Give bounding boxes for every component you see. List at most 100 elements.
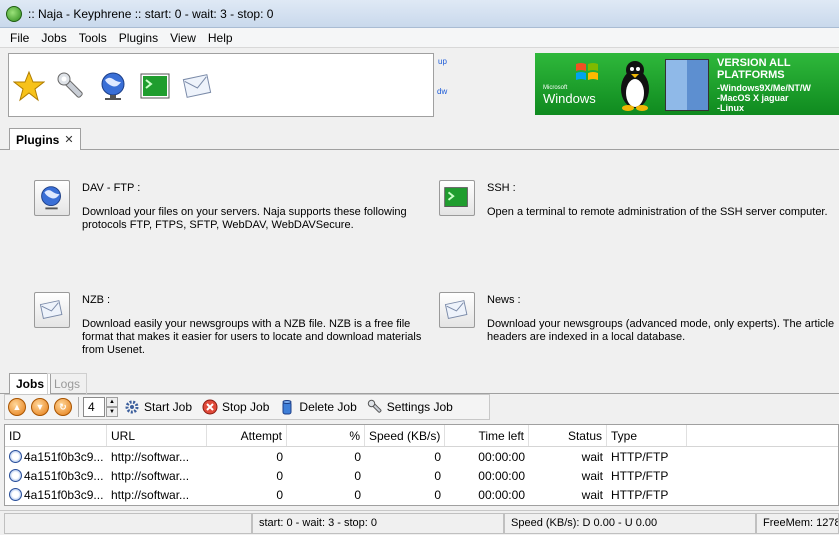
tab-jobs[interactable]: Jobs <box>9 373 52 394</box>
cell-id: 4a151f0b3c9... <box>5 449 107 464</box>
stepper-down-icon[interactable]: ▼ <box>106 407 118 417</box>
col-url[interactable]: URL <box>107 425 207 446</box>
bottom-tab-strip: Jobs Logs <box>0 370 839 394</box>
cell-status: wait <box>581 487 603 502</box>
stepper-up-icon[interactable]: ▲ <box>106 397 118 407</box>
move-up-button[interactable]: ▲ <box>8 398 26 416</box>
windows-label: Windows <box>543 91 596 106</box>
status-empty <box>4 513 252 534</box>
cell-id: 4a151f0b3c9... <box>5 487 107 502</box>
menu-tools[interactable]: Tools <box>73 31 113 45</box>
tab-logs[interactable]: Logs <box>47 373 88 394</box>
plugin-name: SSH : <box>487 182 516 194</box>
cell-percent: 0 <box>354 449 361 464</box>
menu-file[interactable]: File <box>4 31 35 45</box>
toolbar-icons: up dw <box>8 53 447 117</box>
menu-view[interactable]: View <box>164 31 202 45</box>
wrench-icon <box>367 399 382 413</box>
window-title: :: Naja - Keyphrene :: start: 0 - wait: … <box>28 6 274 21</box>
link-dw[interactable]: dw <box>437 87 447 96</box>
col-attempt[interactable]: Attempt <box>207 425 287 446</box>
clock-icon <box>9 449 22 463</box>
envelope-icon[interactable] <box>34 292 70 328</box>
cell-speed: 0 <box>434 487 441 502</box>
status-bar: start: 0 - wait: 3 - stop: 0 Speed (KB/s… <box>0 510 839 535</box>
version-title-1: VERSION ALL <box>717 57 791 69</box>
link-up[interactable]: up <box>438 57 447 66</box>
plugin-desc: Open a terminal to remote administration… <box>487 206 828 218</box>
jobs-toolbar: ▲ ▼ ↻ 4 ▲ ▼ Start Job Stop Job Delete Jo… <box>4 394 490 420</box>
move-down-button[interactable]: ▼ <box>31 398 49 416</box>
windows-logo <box>576 63 598 80</box>
main-toolbar: up dw Microsoft Windows VERSION ALL PLAT… <box>0 48 839 120</box>
refresh-button[interactable]: ↻ <box>54 398 72 416</box>
plugins-tab-strip: Plugins ✕ <box>0 120 839 150</box>
platform-macos: -MacOS X jaguar <box>717 93 789 103</box>
version-title-2: PLATFORMS <box>717 69 785 81</box>
arrow-down-icon: ▼ <box>35 402 45 412</box>
cell-status: wait <box>581 468 603 483</box>
globe-icon[interactable] <box>97 70 129 102</box>
cell-attempt: 0 <box>276 468 283 483</box>
delete-job-button[interactable]: Delete Job <box>279 399 357 415</box>
status-free-mem: FreeMem: 1278 <box>756 513 839 534</box>
col-percent[interactable]: % <box>287 425 365 446</box>
arrow-up-icon: ▲ <box>12 402 22 412</box>
table-row[interactable]: 4a151f0b3c9... http://softwar... 0 0 0 0… <box>5 485 838 504</box>
cell-id-text: 4a151f0b3c9... <box>24 449 104 464</box>
plugin-name: News : <box>487 294 521 306</box>
cell-id: 4a151f0b3c9... <box>5 468 107 483</box>
terminal-icon[interactable] <box>439 180 475 216</box>
menu-plugins[interactable]: Plugins <box>113 31 164 45</box>
cell-attempt: 0 <box>276 487 283 502</box>
concurrent-jobs-input[interactable]: 4 <box>83 397 105 417</box>
separator <box>78 397 79 417</box>
jobs-table: ID URL Attempt % Speed (KB/s) Time left … <box>4 424 839 506</box>
cell-time-left: 00:00:00 <box>478 468 525 483</box>
cell-attempt: 0 <box>276 449 283 464</box>
terminal-icon[interactable] <box>139 70 171 102</box>
start-job-button[interactable]: Start Job <box>124 399 192 415</box>
stop-job-label: Stop Job <box>222 400 270 414</box>
stop-icon <box>202 399 218 415</box>
clock-icon <box>9 487 22 501</box>
table-row[interactable]: 4a151f0b3c9... http://softwar... 0 0 0 0… <box>5 447 838 466</box>
concurrent-jobs-stepper[interactable]: 4 ▲ ▼ <box>83 397 118 417</box>
globe-icon[interactable] <box>34 180 70 216</box>
col-type[interactable]: Type <box>607 425 687 446</box>
wrench-icon[interactable] <box>55 70 87 102</box>
cell-speed: 0 <box>434 449 441 464</box>
refresh-icon: ↻ <box>59 402 67 412</box>
cell-type: HTTP/FTP <box>611 487 669 502</box>
table-row[interactable]: 4a151f0b3c9... http://softwar... 0 0 0 0… <box>5 466 838 485</box>
cell-percent: 0 <box>354 487 361 502</box>
col-speed[interactable]: Speed (KB/s) <box>365 425 445 446</box>
gear-icon <box>125 400 139 414</box>
cell-id-text: 4a151f0b3c9... <box>24 468 104 483</box>
col-status[interactable]: Status <box>529 425 607 446</box>
cell-url: http://softwar... <box>111 468 190 483</box>
close-icon[interactable]: ✕ <box>64 133 73 146</box>
stepper-arrows: ▲ ▼ <box>106 397 118 417</box>
settings-job-button[interactable]: Settings Job <box>367 399 453 415</box>
cell-id-text: 4a151f0b3c9... <box>24 487 104 502</box>
menu-jobs[interactable]: Jobs <box>35 31 72 45</box>
tab-plugins[interactable]: Plugins ✕ <box>9 128 81 150</box>
cell-url: http://softwar... <box>111 449 190 464</box>
col-time-left[interactable]: Time left <box>445 425 529 446</box>
plugin-desc: Download easily your newsgroups with a N… <box>82 318 422 356</box>
status-job-counts: start: 0 - wait: 3 - stop: 0 <box>252 513 504 534</box>
table-header: ID URL Attempt % Speed (KB/s) Time left … <box>5 425 838 447</box>
cell-time-left: 00:00:00 <box>478 487 525 502</box>
platforms-banner[interactable]: Microsoft Windows VERSION ALL PLATFORMS … <box>535 53 839 115</box>
star-icon[interactable] <box>13 70 45 102</box>
start-job-label: Start Job <box>144 400 193 414</box>
col-id[interactable]: ID <box>5 425 107 446</box>
platform-linux: -Linux <box>717 103 744 113</box>
envelope-icon[interactable] <box>181 70 213 102</box>
cell-speed: 0 <box>434 468 441 483</box>
stop-job-button[interactable]: Stop Job <box>202 399 269 415</box>
menu-help[interactable]: Help <box>202 31 239 45</box>
envelope-icon[interactable] <box>439 292 475 328</box>
app-icon <box>6 5 22 22</box>
